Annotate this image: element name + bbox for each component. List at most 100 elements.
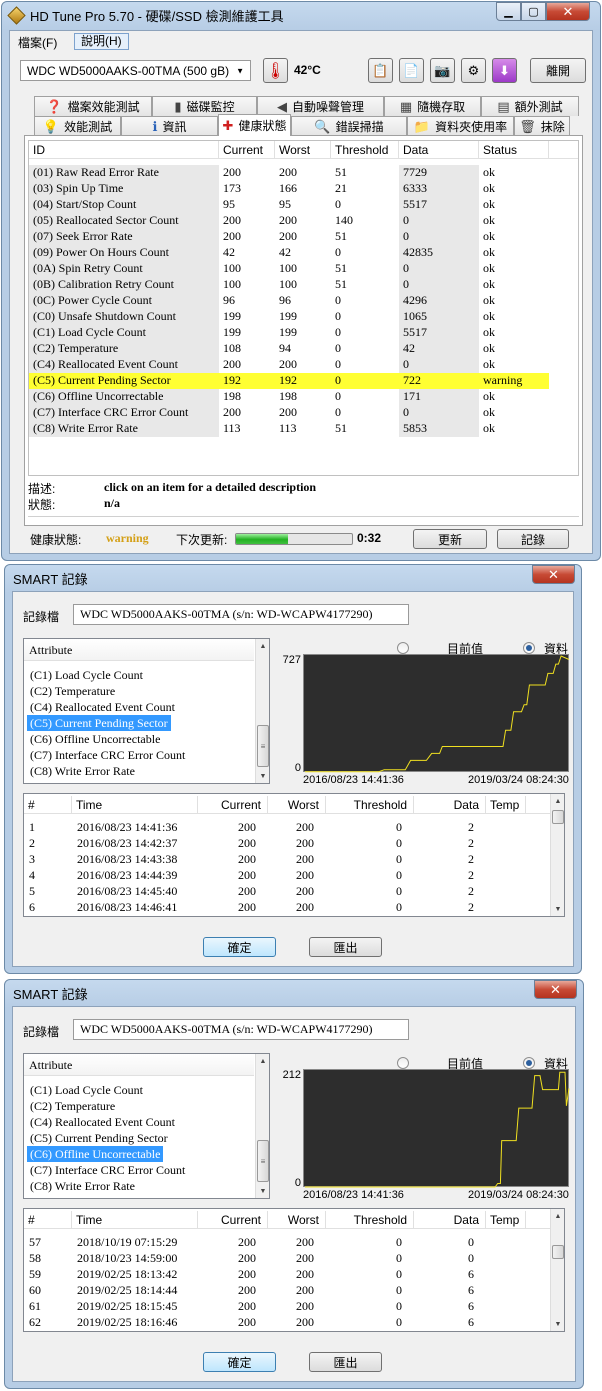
health-row[interactable]: (0C) Power Cycle Count 96 96 0 4296 ok bbox=[29, 293, 549, 309]
tab-random-access[interactable]: ▦ 隨機存取 bbox=[384, 96, 481, 116]
health-row[interactable]: (04) Start/Stop Count 95 95 0 5517 ok bbox=[29, 197, 549, 213]
smart1-attribute-scrollbar[interactable]: ▲ ≡ ▼ bbox=[255, 639, 269, 783]
smart2-titlebar[interactable]: SMART 記錄 bbox=[5, 980, 583, 1006]
health-row[interactable]: (07) Seek Error Rate 200 200 51 0 ok bbox=[29, 229, 549, 245]
smart2-history-row[interactable]: 57 2018/10/19 07:15:29 200 200 0 0 bbox=[24, 1235, 550, 1251]
smart1-attribute-item[interactable]: (C5) Current Pending Sector bbox=[27, 715, 171, 731]
copy-text-icon[interactable]: 📋 bbox=[368, 58, 393, 83]
smart1-attribute-item[interactable]: (C8) Write Error Rate bbox=[27, 763, 138, 779]
smart1-history-col-current[interactable]: Current bbox=[198, 796, 268, 813]
health-col-data[interactable]: Data bbox=[399, 141, 479, 158]
smart1-history-col-num[interactable]: # bbox=[24, 796, 72, 813]
smart2-history-col-temp[interactable]: Temp bbox=[486, 1211, 526, 1228]
smart1-history-row[interactable]: 5 2016/08/23 14:45:40 200 200 0 2 bbox=[24, 884, 550, 900]
smart2-history-col-threshold[interactable]: Threshold bbox=[326, 1211, 414, 1228]
smart2-attribute-item[interactable]: (C5) Current Pending Sector bbox=[27, 1130, 171, 1146]
scroll-down-icon[interactable]: ▼ bbox=[551, 902, 565, 916]
smart2-log-file-select[interactable]: WDC WD5000AAKS-00TMA (s/n: WD-WCAPW41772… bbox=[73, 1019, 409, 1040]
smart2-history-row[interactable]: 62 2019/02/25 18:16:46 200 200 0 6 bbox=[24, 1315, 550, 1331]
health-row[interactable]: (05) Reallocated Sector Count 200 200 140 0 o… bbox=[29, 213, 549, 229]
smart1-history-row[interactable]: 1 2016/08/23 14:41:36 200 200 0 2 bbox=[24, 820, 550, 836]
smart2-history-col-current[interactable]: Current bbox=[198, 1211, 268, 1228]
tab-disk-monitor[interactable]: ▮ 磁碟監控 bbox=[152, 96, 257, 116]
smart2-attribute-item[interactable]: (C6) Offline Uncorrectable bbox=[27, 1146, 164, 1162]
maximize-button[interactable]: ▢ bbox=[521, 2, 546, 21]
health-row[interactable]: (0A) Spin Retry Count 100 100 51 0 ok bbox=[29, 261, 549, 277]
smart2-history-row[interactable]: 60 2019/02/25 18:14:44 200 200 0 6 bbox=[24, 1283, 550, 1299]
smart1-history-col-worst[interactable]: Worst bbox=[268, 796, 326, 813]
copy-screenshot-icon[interactable]: 📄 bbox=[399, 58, 424, 83]
close-button[interactable]: ✕ bbox=[546, 2, 590, 21]
tab-health-cross[interactable]: ✚ 健康狀態 bbox=[218, 114, 291, 136]
smart1-history-col-data[interactable]: Data bbox=[414, 796, 486, 813]
smart2-attribute-item[interactable]: (C4) Reallocated Event Count bbox=[27, 1114, 178, 1130]
smart1-log-file-select[interactable]: WDC WD5000AAKS-00TMA (s/n: WD-WCAPW41772… bbox=[73, 604, 409, 625]
smart1-history-row[interactable]: 2 2016/08/23 14:42:37 200 200 0 2 bbox=[24, 836, 550, 852]
smart2-history-row[interactable]: 59 2019/02/25 18:13:42 200 200 0 6 bbox=[24, 1267, 550, 1283]
tab-lightbulb[interactable]: 💡 效能測試 bbox=[34, 116, 121, 136]
smart1-attribute-item[interactable]: (C7) Interface CRC Error Count bbox=[27, 747, 188, 763]
scroll-down-icon[interactable]: ▼ bbox=[551, 1317, 565, 1331]
smart1-ok-button[interactable]: 確定 bbox=[203, 937, 276, 957]
smart1-history-row[interactable]: 3 2016/08/23 14:43:38 200 200 0 2 bbox=[24, 852, 550, 868]
scroll-up-icon[interactable]: ▲ bbox=[256, 639, 270, 653]
tab-trash[interactable]: 🗑 抹除 bbox=[514, 116, 570, 136]
health-row[interactable]: (C5) Current Pending Sector 192 192 0 722 war… bbox=[29, 373, 549, 389]
health-col-threshold[interactable]: Threshold bbox=[331, 141, 399, 158]
health-row[interactable]: (C7) Interface CRC Error Count 200 200 0 0 ok bbox=[29, 405, 549, 421]
health-col-id[interactable]: ID bbox=[29, 141, 219, 158]
smart2-export-button[interactable]: 匯出 bbox=[309, 1352, 382, 1372]
health-col-current[interactable]: Current bbox=[219, 141, 275, 158]
smart1-radio-current[interactable] bbox=[397, 642, 409, 654]
smart2-history-col-data[interactable]: Data bbox=[414, 1211, 486, 1228]
smart1-close-button[interactable]: ✕ bbox=[532, 565, 575, 584]
health-row[interactable]: (01) Raw Read Error Rate 200 200 51 7729 ok bbox=[29, 165, 549, 181]
smart2-history-scrollbar[interactable]: ▲ ▼ bbox=[550, 1209, 564, 1331]
tab-extra-tests[interactable]: ▤ 額外測試 bbox=[481, 96, 579, 116]
scroll-down-icon[interactable]: ▼ bbox=[256, 769, 270, 783]
health-row[interactable]: (C1) Load Cycle Count 199 199 0 5517 ok bbox=[29, 325, 549, 341]
menu-file[interactable]: 檔案(F) bbox=[18, 34, 57, 51]
camera-icon[interactable]: 📷 bbox=[430, 58, 455, 83]
smart2-attribute-item[interactable]: (C8) Write Error Rate bbox=[27, 1178, 138, 1194]
tab-speaker[interactable]: ◀ 自動噪聲管理 bbox=[257, 96, 384, 116]
tab-magnifier[interactable]: 🔍 錯誤掃描 bbox=[291, 116, 407, 136]
smart2-history-row[interactable]: 61 2019/02/25 18:15:45 200 200 0 6 bbox=[24, 1299, 550, 1315]
smart2-history-col-worst[interactable]: Worst bbox=[268, 1211, 326, 1228]
scroll-up-icon[interactable]: ▲ bbox=[551, 794, 565, 808]
scroll-up-icon[interactable]: ▲ bbox=[551, 1209, 565, 1223]
smart1-attribute-item[interactable]: (C1) Load Cycle Count bbox=[27, 667, 146, 683]
smart1-history-row[interactable]: 6 2016/08/23 14:46:41 200 200 0 2 bbox=[24, 900, 550, 916]
options-icon[interactable]: ⚙ bbox=[461, 58, 486, 83]
tab-info[interactable]: ℹ 資訊 bbox=[121, 116, 218, 136]
health-col-status[interactable]: Status bbox=[479, 141, 549, 158]
smart2-radio-data[interactable] bbox=[523, 1057, 535, 1069]
health-row[interactable]: (03) Spin Up Time 173 166 21 6333 ok bbox=[29, 181, 549, 197]
scroll-thumb[interactable]: ≡ bbox=[257, 1140, 269, 1182]
smart1-history-row[interactable]: 4 2016/08/23 14:44:39 200 200 0 2 bbox=[24, 868, 550, 884]
download-arrow-icon[interactable]: ⬇ bbox=[492, 58, 517, 83]
minimize-button[interactable]: ▁ bbox=[496, 2, 521, 21]
smart1-titlebar[interactable]: SMART 記錄 bbox=[5, 565, 581, 591]
scroll-down-icon[interactable]: ▼ bbox=[256, 1184, 270, 1198]
smart1-export-button[interactable]: 匯出 bbox=[309, 937, 382, 957]
health-row[interactable]: (C4) Reallocated Event Count 200 200 0 0 ok bbox=[29, 357, 549, 373]
smart2-attribute-item[interactable]: (C2) Temperature bbox=[27, 1098, 118, 1114]
refresh-button[interactable]: 更新 bbox=[413, 529, 487, 549]
tab-file-benchmark[interactable]: ❓ 檔案效能測試 bbox=[34, 96, 152, 116]
health-row[interactable]: (0B) Calibration Retry Count 100 100 51 0 ok bbox=[29, 277, 549, 293]
smart2-attribute-scrollbar[interactable]: ▲ ≡ ▼ bbox=[255, 1054, 269, 1198]
drive-select[interactable]: WDC WD5000AAKS-00TMA (500 gB) ▼ bbox=[20, 60, 251, 81]
smart2-radio-current[interactable] bbox=[397, 1057, 409, 1069]
smart2-attribute-item[interactable]: (C1) Load Cycle Count bbox=[27, 1082, 146, 1098]
smart1-attribute-item[interactable]: (C6) Offline Uncorrectable bbox=[27, 731, 163, 747]
tab-folder[interactable]: 📁 資料夾使用率 bbox=[407, 116, 514, 136]
log-button[interactable]: 記錄 bbox=[497, 529, 569, 549]
health-row[interactable]: (C6) Offline Uncorrectable 198 198 0 171 ok bbox=[29, 389, 549, 405]
smart1-history-col-time[interactable]: Time bbox=[72, 796, 198, 813]
health-row[interactable]: (C0) Unsafe Shutdown Count 199 199 0 1065 ok bbox=[29, 309, 549, 325]
scroll-thumb[interactable] bbox=[552, 1245, 564, 1259]
scroll-thumb[interactable] bbox=[552, 810, 564, 824]
smart2-ok-button[interactable]: 確定 bbox=[203, 1352, 276, 1372]
smart1-radio-data[interactable] bbox=[523, 642, 535, 654]
